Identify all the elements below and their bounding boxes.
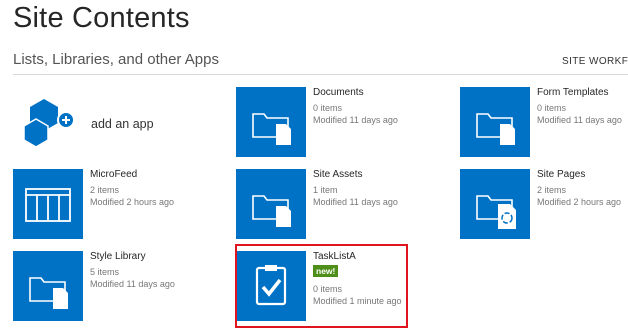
- add-app-icon: [23, 99, 75, 148]
- folder-doc-icon: [29, 277, 68, 309]
- item-count: 2 items: [537, 185, 567, 195]
- section-divider: [13, 74, 628, 75]
- folder-doc-icon: [252, 113, 291, 145]
- section-title: Lists, Libraries, and other Apps: [13, 51, 219, 68]
- item-count: 5 items: [90, 267, 120, 277]
- modified-time: Modified 11 days ago: [537, 115, 622, 125]
- modified-time: Modified 11 days ago: [313, 115, 398, 125]
- app-name[interactable]: Style Library: [90, 251, 146, 262]
- add-an-app-label: add an app: [91, 117, 154, 131]
- microfeed-thumbnail[interactable]: [13, 169, 83, 239]
- app-name[interactable]: Documents: [313, 87, 364, 98]
- task-check-icon: [255, 265, 287, 306]
- app-name[interactable]: MicroFeed: [90, 169, 137, 180]
- app-name[interactable]: TaskListA: [313, 251, 356, 262]
- item-count: 2 items: [90, 185, 120, 195]
- item-count: 0 items: [313, 284, 343, 294]
- item-count: 0 items: [313, 103, 343, 113]
- folder-doc-icon: [476, 113, 515, 145]
- item-count: 0 items: [537, 103, 567, 113]
- new-badge: new!: [313, 265, 339, 277]
- app-name[interactable]: Site Assets: [313, 169, 362, 180]
- modified-time: Modified 11 days ago: [90, 279, 175, 289]
- documents-thumbnail[interactable]: [236, 87, 306, 157]
- recycle-doc-icon: [476, 195, 516, 229]
- add-an-app-tile[interactable]: add an app: [22, 97, 182, 148]
- folder-doc-icon: [252, 195, 291, 227]
- site-workflows-label: SITE WORKF: [562, 55, 628, 67]
- app-name[interactable]: Site Pages: [537, 169, 585, 180]
- tasklista-thumbnail[interactable]: [236, 251, 306, 321]
- app-name[interactable]: Form Templates: [537, 87, 609, 98]
- modified-time: Modified 2 hours ago: [90, 197, 175, 207]
- item-count: 1 item: [313, 185, 338, 195]
- modified-time: Modified 1 minute ago: [313, 296, 402, 306]
- site-pages-thumbnail[interactable]: [460, 169, 530, 239]
- list-grid-icon: [25, 188, 71, 222]
- page-title: Site Contents: [13, 2, 190, 34]
- form-templates-thumbnail[interactable]: [460, 87, 530, 157]
- style-library-thumbnail[interactable]: [13, 251, 83, 321]
- modified-time: Modified 2 hours ago: [537, 197, 622, 207]
- site-workflows-link[interactable]: SITE WORKF: [558, 54, 628, 68]
- site-assets-thumbnail[interactable]: [236, 169, 306, 239]
- modified-time: Modified 11 days ago: [313, 197, 398, 207]
